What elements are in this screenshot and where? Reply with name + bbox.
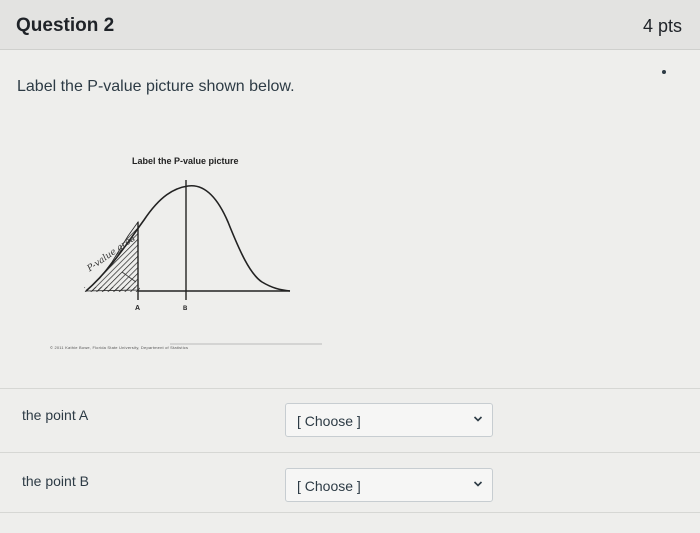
select-value: [ Choose ] [297, 478, 361, 494]
normal-curve-diagram: A B P-value area [84, 180, 322, 345]
bullet-dot [662, 70, 666, 74]
select-value: [ Choose ] [297, 413, 361, 429]
question-header: Question 2 4 pts [0, 0, 700, 50]
pvalue-figure: Label the P-value picture A B P-value ar… [40, 150, 330, 350]
row-divider [0, 452, 700, 453]
figure-credit: © 2011 Kathie Bowe, Florida State Univer… [50, 345, 189, 350]
answer-select-point-a[interactable]: [ Choose ] [285, 403, 493, 437]
question-title: Question 2 [16, 15, 115, 36]
chevron-down-icon [473, 481, 483, 487]
row-divider [0, 388, 700, 389]
label-b: B [183, 306, 188, 312]
question-points: 4 pts [642, 16, 682, 36]
answer-select-point-b[interactable]: [ Choose ] [285, 468, 493, 502]
hatched-left-strip [84, 287, 140, 292]
label-a: A [135, 305, 140, 312]
chevron-down-icon [473, 416, 483, 422]
row-divider [0, 512, 700, 513]
question-prompt: Label the P-value picture shown below. [17, 78, 295, 95]
row-label-point-a: the point A [22, 407, 89, 423]
row-label-point-b: the point B [22, 473, 89, 489]
